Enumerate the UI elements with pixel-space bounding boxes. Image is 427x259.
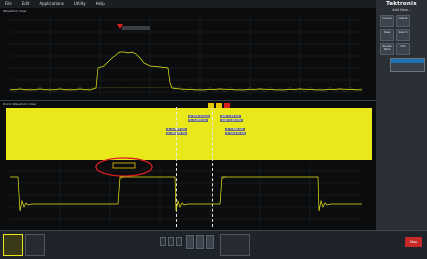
menu-help[interactable]: Help <box>91 0 110 8</box>
callout-button[interactable]: Callout <box>396 15 410 27</box>
zoom-waveform-view[interactable]: Zoom Waveform View a: 874.112 µs b: 1.25… <box>0 100 376 231</box>
add-new-ref-button[interactable] <box>196 235 204 249</box>
channel-2-button[interactable] <box>160 237 166 246</box>
menu-file[interactable]: File <box>0 0 17 8</box>
add-new-label: Add New... <box>392 8 411 12</box>
menu-bar: File Edit Applications Utility Help <box>0 0 376 8</box>
overview-trace <box>9 51 363 91</box>
meas-button[interactable]: Meas <box>380 29 394 41</box>
measurement-badge-header <box>391 59 424 63</box>
add-new-bus-button[interactable] <box>206 235 214 249</box>
zoom-window-marker[interactable] <box>112 162 136 169</box>
add-new-math-button[interactable] <box>186 235 194 249</box>
channel-4-button[interactable] <box>176 237 182 246</box>
plot-button[interactable]: Plot <box>396 43 410 55</box>
right-side-panel: Tektronix Add New... Cursors Callout Mea… <box>376 0 427 258</box>
menu-edit[interactable]: Edit <box>17 0 35 8</box>
waveform-view[interactable]: Waveform View <box>0 8 376 100</box>
menu-applications[interactable]: Applications <box>34 0 68 8</box>
overview-plot <box>9 16 363 96</box>
brand-logo: Tektronix <box>386 1 417 7</box>
zoom-trace <box>10 176 362 212</box>
measurement-badge[interactable] <box>390 58 425 72</box>
zoom-plot <box>10 157 362 227</box>
results-table-button[interactable]: Results Table <box>380 43 394 55</box>
menu-utility[interactable]: Utility <box>69 0 91 8</box>
horizontal-badge[interactable] <box>220 234 250 256</box>
bottom-bar: Stop <box>0 230 427 259</box>
annotation-circle <box>95 157 153 177</box>
stop-button[interactable]: Stop <box>405 237 422 247</box>
ch1-badge[interactable] <box>3 234 23 256</box>
channel-3-button[interactable] <box>168 237 174 246</box>
cursors-button[interactable]: Cursors <box>380 15 394 27</box>
ch1-settings-badge[interactable] <box>25 234 45 256</box>
search-button[interactable]: Search <box>396 29 410 41</box>
